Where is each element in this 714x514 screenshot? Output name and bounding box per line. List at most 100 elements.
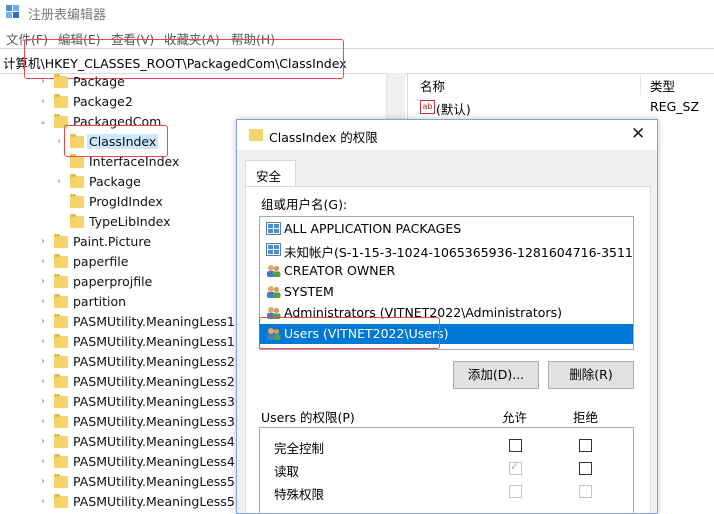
deny-header: 拒绝 [573, 410, 599, 425]
folder-icon [54, 454, 68, 468]
tree-item-label: Package [73, 74, 125, 89]
chevron-right-icon[interactable]: › [38, 257, 48, 267]
folder-icon [70, 154, 84, 168]
folder-icon [54, 234, 68, 248]
app-packages-icon [266, 243, 281, 256]
folder-icon [54, 314, 68, 328]
group-name: 未知帐户(S-1-15-3-1024-1065365936-1281604716… [284, 245, 634, 260]
tree-item-label: PASMUtility.MeaningLess4 [73, 434, 235, 449]
tree-item-label: TypeLibIndex [89, 214, 171, 229]
title-bar: 注册表编辑器 [0, 0, 714, 26]
allow-checkbox[interactable] [509, 439, 522, 452]
chevron-right-icon[interactable]: › [38, 297, 48, 307]
tree-item-label: Package [89, 174, 141, 189]
group-list-item[interactable]: SYSTEM [260, 282, 633, 302]
tree-item-label: PASMUtility.MeaningLess3 [73, 394, 235, 409]
tree-item-label: partition [73, 294, 127, 309]
folder-icon [54, 434, 68, 448]
chevron-right-icon[interactable]: › [38, 397, 48, 407]
highlight-box-users [259, 317, 440, 349]
group-list-item[interactable]: CREATOR OWNER [260, 261, 633, 281]
group-list-item[interactable]: 未知帐户(S-1-15-3-1024-1065365936-1281604716… [260, 240, 633, 260]
permission-row: 完全控制 [260, 434, 633, 456]
users-icon [267, 265, 281, 277]
folder-icon [54, 474, 68, 488]
add-button[interactable]: 添加(D)... [453, 361, 539, 389]
group-list-item[interactable]: ALL APPLICATION PACKAGES [260, 219, 633, 239]
app-packages-icon [266, 222, 281, 235]
allow-checkbox [509, 460, 522, 475]
value-type: REG_SZ [650, 99, 700, 114]
tree-item-label: PASMUtility.MeaningLess2 [73, 354, 235, 369]
permissions-label: Users 的权限(P) [261, 410, 355, 425]
chevron-right-icon[interactable]: › [38, 357, 48, 367]
deny-checkbox[interactable] [579, 439, 592, 452]
tree-item-label: Package2 [73, 94, 133, 109]
permission-row: 特殊权限 [260, 480, 633, 502]
chevron-right-icon[interactable]: › [38, 337, 48, 347]
tree-item[interactable]: › Package [0, 73, 385, 93]
chevron-right-icon[interactable]: › [38, 417, 48, 427]
folder-icon [54, 94, 68, 108]
chevron-down-icon[interactable]: ⌄ [38, 117, 48, 127]
folder-icon [54, 74, 68, 88]
tree-item-label: PASMUtility.MeaningLess5.2 [73, 494, 247, 509]
group-list-label: 组或用户名(G): [261, 197, 348, 212]
tree-item-label: PASMUtility.MeaningLess2.2 [73, 374, 247, 389]
tree-item-label: paperfile [73, 254, 129, 269]
folder-icon [54, 294, 68, 308]
permission-name: 特殊权限 [274, 487, 325, 502]
column-header-type[interactable]: 类型 [650, 76, 675, 95]
folder-icon [54, 374, 68, 388]
column-header-name[interactable]: 名称 [420, 76, 445, 95]
dialog-title-bar: ClassIndex 的权限 ✕ [237, 120, 657, 150]
string-value-icon: ab [420, 100, 435, 114]
chevron-right-icon[interactable]: › [38, 237, 48, 247]
dialog-title: ClassIndex 的权限 [269, 130, 378, 145]
permissions-table: 完全控制读取特殊权限 [259, 427, 634, 513]
folder-icon [70, 194, 84, 208]
tree-item-label: Paint.Picture [73, 234, 151, 249]
folder-icon [54, 274, 68, 288]
folder-icon [54, 334, 68, 348]
folder-icon [70, 174, 84, 188]
chevron-right-icon[interactable]: › [54, 177, 64, 187]
chevron-right-icon[interactable]: › [38, 277, 48, 287]
tab-security[interactable]: 安全 [245, 160, 296, 187]
permission-name: 读取 [274, 464, 300, 479]
tree-item-label: PASMUtility.MeaningLess5 [73, 474, 235, 489]
allow-checkbox [509, 485, 522, 498]
remove-button[interactable]: 删除(R) [548, 361, 634, 389]
group-name: ALL APPLICATION PACKAGES [284, 221, 462, 236]
permission-name: 完全控制 [274, 441, 325, 456]
column-divider[interactable] [640, 73, 641, 95]
allow-header: 允许 [502, 410, 528, 425]
folder-icon [249, 129, 263, 141]
tree-item-label: PASMUtility.MeaningLess3.2 [73, 414, 247, 429]
value-name[interactable]: (默认) [436, 99, 471, 118]
chevron-right-icon[interactable]: › [38, 477, 48, 487]
folder-icon [54, 354, 68, 368]
folder-icon [54, 414, 68, 428]
window-title: 注册表编辑器 [28, 8, 107, 23]
deny-checkbox [579, 485, 592, 498]
chevron-right-icon[interactable]: › [38, 437, 48, 447]
chevron-right-icon[interactable]: › [38, 457, 48, 467]
chevron-right-icon[interactable]: › [38, 317, 48, 327]
tree-item[interactable]: › Package2 [0, 93, 385, 113]
chevron-right-icon[interactable]: › [38, 97, 48, 107]
chevron-right-icon[interactable]: › [38, 497, 48, 507]
permission-row: 读取 [260, 457, 633, 479]
tab-security-label: 安全 [256, 169, 282, 184]
folder-icon [54, 494, 68, 508]
tree-item-label: PASMUtility.MeaningLess4.2 [73, 454, 247, 469]
chevron-right-icon[interactable]: › [38, 377, 48, 387]
chevron-right-icon[interactable]: › [38, 77, 48, 87]
folder-icon [70, 214, 84, 228]
chevron-right-icon[interactable]: › [54, 137, 64, 147]
close-icon[interactable]: ✕ [631, 124, 645, 144]
deny-checkbox[interactable] [579, 462, 592, 475]
tree-item-label: ProgIdIndex [89, 194, 163, 209]
folder-icon [54, 394, 68, 408]
users-icon [267, 286, 281, 298]
